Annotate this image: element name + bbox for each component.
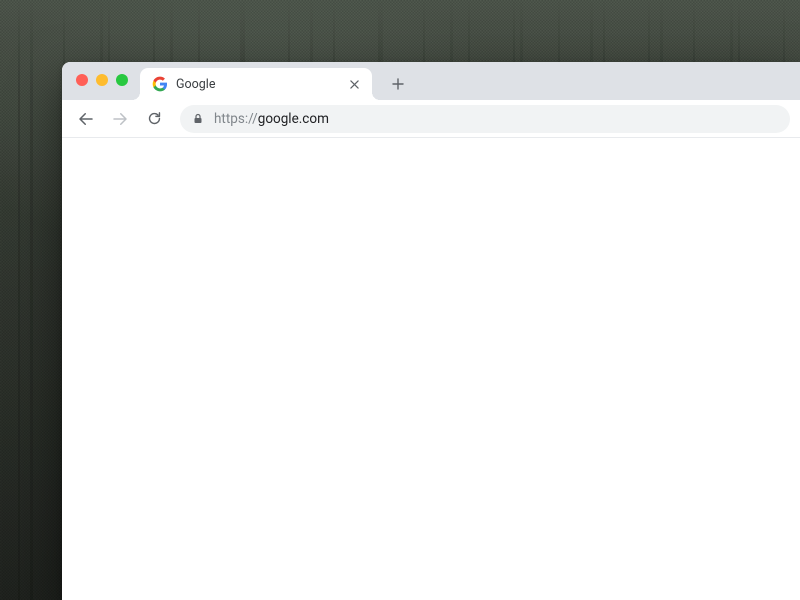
google-favicon-icon bbox=[152, 76, 168, 92]
page-content bbox=[62, 138, 800, 600]
arrow-left-icon bbox=[77, 110, 95, 128]
url-host: google.com bbox=[258, 111, 329, 127]
plus-icon bbox=[392, 78, 404, 90]
reload-button[interactable] bbox=[140, 105, 168, 133]
url-protocol: https:// bbox=[214, 111, 258, 127]
forward-button[interactable] bbox=[106, 105, 134, 133]
tabstrip: Google bbox=[140, 62, 412, 100]
address-bar[interactable]: https://google.com bbox=[180, 105, 790, 133]
new-tab-button[interactable] bbox=[384, 70, 412, 98]
toolbar: https://google.com bbox=[62, 100, 800, 138]
fullscreen-window-button[interactable] bbox=[116, 74, 128, 86]
back-button[interactable] bbox=[72, 105, 100, 133]
close-icon bbox=[350, 80, 359, 89]
arrow-right-icon bbox=[111, 110, 129, 128]
close-window-button[interactable] bbox=[76, 74, 88, 86]
tab-title: Google bbox=[176, 77, 338, 92]
reload-icon bbox=[146, 110, 163, 127]
minimize-window-button[interactable] bbox=[96, 74, 108, 86]
url-text: https://google.com bbox=[214, 111, 329, 127]
window-controls bbox=[76, 74, 128, 86]
close-tab-button[interactable] bbox=[346, 76, 362, 92]
tab-active[interactable]: Google bbox=[140, 68, 372, 100]
titlebar: Google bbox=[62, 62, 800, 100]
lock-icon bbox=[192, 112, 204, 125]
browser-window: Google bbox=[62, 62, 800, 600]
